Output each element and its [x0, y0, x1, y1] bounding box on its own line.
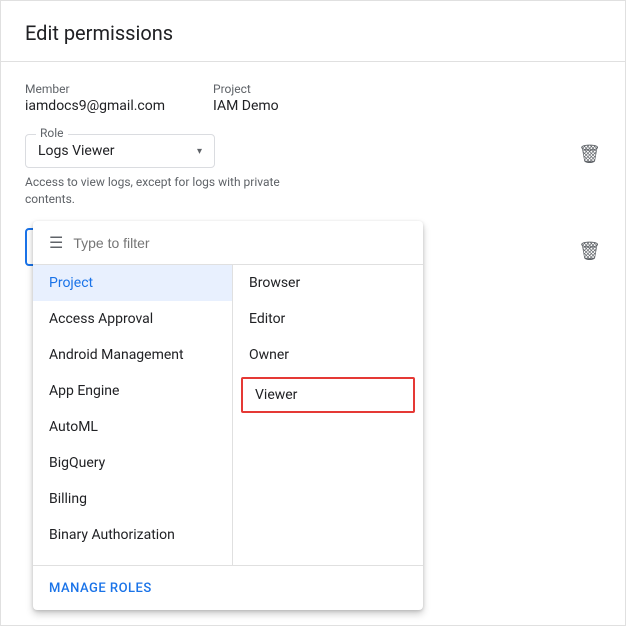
role-description: Access to view logs, except for logs wit…: [25, 174, 285, 208]
role-item-browser[interactable]: Browser: [233, 265, 423, 301]
manage-roles-link[interactable]: MANAGE ROLES: [49, 581, 152, 596]
manage-roles-footer: MANAGE ROLES: [33, 565, 423, 610]
member-project-row: Member iamdocs9@gmail.com Project IAM De…: [25, 82, 601, 114]
category-item-binary-authorization[interactable]: Binary Authorization: [33, 517, 232, 553]
role-item-owner[interactable]: Owner: [233, 337, 423, 373]
delete-second-role-button[interactable]: 🗑: [578, 241, 601, 262]
columns-container: ProjectAccess ApprovalAndroid Management…: [33, 265, 423, 565]
member-value: iamdocs9@gmail.com: [25, 98, 165, 114]
category-item-android-management[interactable]: Android Management: [33, 337, 232, 373]
category-item-access-approval[interactable]: Access Approval: [33, 301, 232, 337]
roles-list: BrowserEditorOwner Viewer: [233, 265, 423, 565]
project-label: Project: [213, 82, 279, 96]
filter-icon: ☰: [49, 233, 63, 252]
category-item-billing[interactable]: Billing: [33, 481, 232, 517]
role-field-label: Role: [36, 126, 68, 140]
role-select[interactable]: Role Logs Viewer ▾: [25, 134, 215, 168]
delete-role-button[interactable]: 🗑: [578, 144, 601, 165]
category-item-automl[interactable]: AutoML: [33, 409, 232, 445]
page-container: Edit permissions Member iamdocs9@gmail.c…: [0, 0, 626, 626]
page-title: Edit permissions: [1, 1, 625, 62]
member-label: Member: [25, 82, 165, 96]
project-field-group: Project IAM Demo: [213, 82, 279, 114]
role-selected-value: Logs Viewer: [38, 143, 115, 159]
category-item-app-engine[interactable]: App Engine: [33, 373, 232, 409]
categories-list: ProjectAccess ApprovalAndroid Management…: [33, 265, 233, 565]
filter-row: ☰: [33, 221, 423, 265]
role-item-editor[interactable]: Editor: [233, 301, 423, 337]
project-value: IAM Demo: [213, 98, 279, 114]
filter-input[interactable]: [73, 235, 407, 251]
role-item-viewer[interactable]: Viewer: [241, 377, 415, 413]
category-item-bigquery[interactable]: BigQuery: [33, 445, 232, 481]
first-role-row: Role Logs Viewer ▾ Access to view logs, …: [25, 134, 601, 208]
member-field-group: Member iamdocs9@gmail.com: [25, 82, 165, 114]
role-dropdown-panel: ☰ ProjectAccess ApprovalAndroid Manageme…: [33, 221, 423, 610]
category-item-project[interactable]: Project: [33, 265, 232, 301]
dropdown-arrow-icon: ▾: [197, 146, 202, 157]
